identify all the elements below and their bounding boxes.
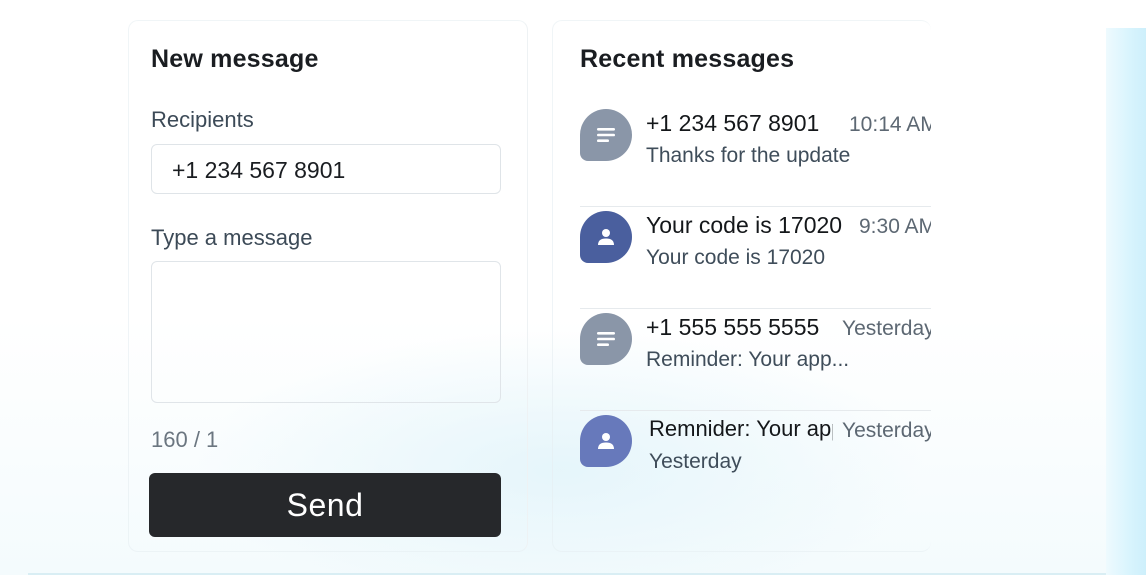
recipients-label: Recipients [151, 107, 254, 132]
send-button[interactable]: Send [149, 473, 501, 537]
message-time: Yesterday [842, 419, 931, 442]
person-icon [580, 211, 632, 263]
recent-messages-title: Recent messages [580, 45, 795, 73]
side-glow [1106, 28, 1146, 575]
list-item[interactable]: Remnider: Your app Yesterday Yesterday [580, 411, 931, 512]
message-preview: Your code is 17020 [646, 246, 826, 269]
recent-messages-card: Recent messages +1 234 567 8901 10:14 AM… [552, 20, 931, 552]
message-time: 10:14 AM [849, 113, 931, 136]
message-textarea[interactable] [151, 261, 501, 403]
message-time: 9:30 AM [859, 215, 931, 238]
list-item[interactable]: Your code is 17020 9:30 AM Your code is … [580, 207, 931, 309]
message-sender: Remnider: Your app [649, 416, 833, 441]
message-preview: Reminder: Your app... [646, 348, 850, 371]
message-icon [580, 313, 632, 365]
sms-screen: New message Recipients +1 234 567 8901 T… [0, 0, 1146, 575]
message-preview: Thanks for the update [646, 144, 851, 167]
recipients-input[interactable]: +1 234 567 8901 [151, 144, 501, 194]
message-time: Yesterday [842, 317, 931, 340]
message-sender: +1 555 555 5555 [646, 314, 820, 340]
message-sender: +1 234 567 8901 [646, 110, 820, 136]
character-counter: 160 / 1 [151, 427, 219, 452]
message-sender: Your code is 17020 [646, 212, 843, 238]
message-preview: Yesterday [649, 450, 742, 473]
message-label: Type a message [151, 225, 313, 250]
new-message-title: New message [151, 45, 319, 73]
person-icon [580, 415, 632, 467]
list-item[interactable]: +1 234 567 8901 10:14 AM Thanks for the … [580, 105, 931, 207]
new-message-card: New message Recipients +1 234 567 8901 T… [128, 20, 528, 552]
message-list: +1 234 567 8901 10:14 AM Thanks for the … [580, 105, 931, 512]
list-item[interactable]: +1 555 555 5555 Yesterday Reminder: Your… [580, 309, 931, 411]
message-icon [580, 109, 632, 161]
